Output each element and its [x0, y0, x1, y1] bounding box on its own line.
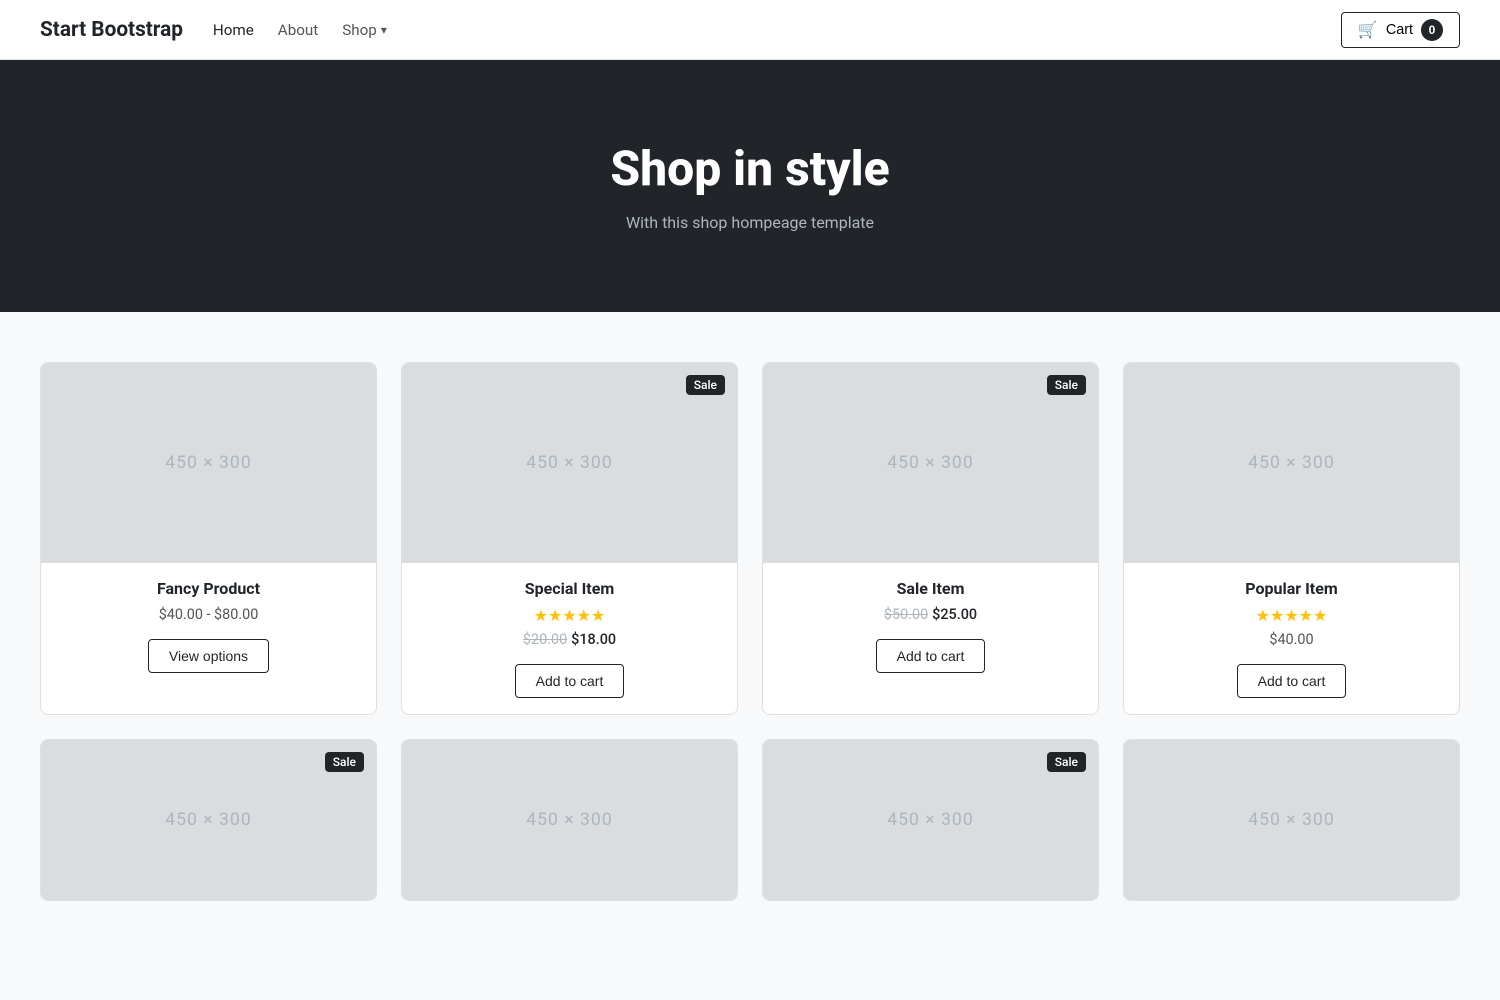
sale-price: $25.00 [932, 606, 977, 623]
product-image-wrap: 450 × 300 Sale [763, 363, 1098, 563]
image-placeholder: 450 × 300 [526, 810, 612, 830]
nav-home[interactable]: Home [213, 21, 254, 39]
sale-badge: Sale [686, 375, 725, 395]
product-image-wrap: 450 × 300 Sale [402, 363, 737, 563]
product-image-wrap: 450 × 300 Sale [763, 740, 1098, 900]
product-image-wrap: 450 × 300 [1124, 740, 1459, 900]
product-image-wrap: 450 × 300 [402, 740, 737, 900]
hero-title: Shop in style [40, 140, 1460, 197]
products-grid: 450 × 300 Fancy Product $40.00 - $80.00 Vie… [40, 362, 1460, 715]
product-card-row2: 450 × 300 Sale [40, 739, 377, 901]
product-name: Popular Item [1140, 579, 1443, 598]
product-card-row2: 450 × 300 [401, 739, 738, 901]
product-body: Sale Item $50.00$25.00 Add to cart [763, 563, 1098, 689]
product-body: Fancy Product $40.00 - $80.00 View options [41, 563, 376, 689]
product-card-row2: 450 × 300 [1123, 739, 1460, 901]
products-section: 450 × 300 Fancy Product $40.00 - $80.00 Vie… [0, 312, 1500, 951]
product-card-row2: 450 × 300 Sale [762, 739, 1099, 901]
cart-label: Cart [1386, 22, 1413, 38]
product-image-wrap: 450 × 300 [41, 363, 376, 563]
product-body: Popular Item ★★★★★ $40.00 Add to cart [1124, 563, 1459, 714]
hero-subtitle: With this shop hompeage template [40, 213, 1460, 232]
add-to-cart-button[interactable]: Add to cart [515, 664, 625, 698]
product-name: Fancy Product [57, 579, 360, 598]
add-to-cart-button[interactable]: Add to cart [1237, 664, 1347, 698]
product-name: Sale Item [779, 579, 1082, 598]
image-placeholder: 450 × 300 [526, 453, 612, 473]
navbar: Start Bootstrap Home About Shop 🛒 Cart 0 [0, 0, 1500, 60]
view-options-button[interactable]: View options [148, 639, 269, 673]
product-card: 450 × 300 Sale Special Item ★★★★★ $20.00$18.… [401, 362, 738, 715]
nav-links: Home About Shop [213, 21, 1341, 39]
product-price: $50.00$25.00 [779, 606, 1082, 623]
product-price: $40.00 - $80.00 [57, 606, 360, 623]
image-placeholder: 450 × 300 [887, 810, 973, 830]
sale-badge: Sale [325, 752, 364, 772]
product-card: 450 × 300 Sale Sale Item $50.00$25.00 Add to… [762, 362, 1099, 715]
nav-about[interactable]: About [278, 21, 318, 39]
sale-badge: Sale [1047, 752, 1086, 772]
cart-count: 0 [1421, 19, 1443, 41]
image-placeholder: 450 × 300 [1248, 453, 1334, 473]
product-card: 450 × 300 Fancy Product $40.00 - $80.00 Vie… [40, 362, 377, 715]
cart-button[interactable]: 🛒 Cart 0 [1341, 12, 1460, 48]
product-card: 450 × 300 Popular Item ★★★★★ $40.00 Add to c… [1123, 362, 1460, 715]
image-placeholder: 450 × 300 [887, 453, 973, 473]
product-image-wrap: 450 × 300 [1124, 363, 1459, 563]
image-placeholder: 450 × 300 [165, 453, 251, 473]
original-price: $20.00 [523, 631, 567, 648]
products-grid-row2: 450 × 300Sale450 × 300450 × 300Sale450 ×… [40, 739, 1460, 901]
cart-icon: 🛒 [1358, 20, 1378, 40]
original-price: $50.00 [884, 606, 928, 623]
nav-shop-dropdown[interactable]: Shop [342, 21, 387, 39]
navbar-brand[interactable]: Start Bootstrap [40, 18, 183, 42]
add-to-cart-button[interactable]: Add to cart [876, 639, 986, 673]
image-placeholder: 450 × 300 [165, 810, 251, 830]
product-name: Special Item [418, 579, 721, 598]
product-body: Special Item ★★★★★ $20.00$18.00 Add to cart [402, 563, 737, 714]
sale-badge: Sale [1047, 375, 1086, 395]
image-placeholder: 450 × 300 [1248, 810, 1334, 830]
sale-price: $18.00 [571, 631, 616, 648]
product-image-wrap: 450 × 300 Sale [41, 740, 376, 900]
product-price: $20.00$18.00 [418, 631, 721, 648]
star-rating: ★★★★★ [418, 606, 721, 625]
hero-section: Shop in style With this shop hompeage te… [0, 60, 1500, 312]
product-price: $40.00 [1140, 631, 1443, 648]
star-rating: ★★★★★ [1140, 606, 1443, 625]
